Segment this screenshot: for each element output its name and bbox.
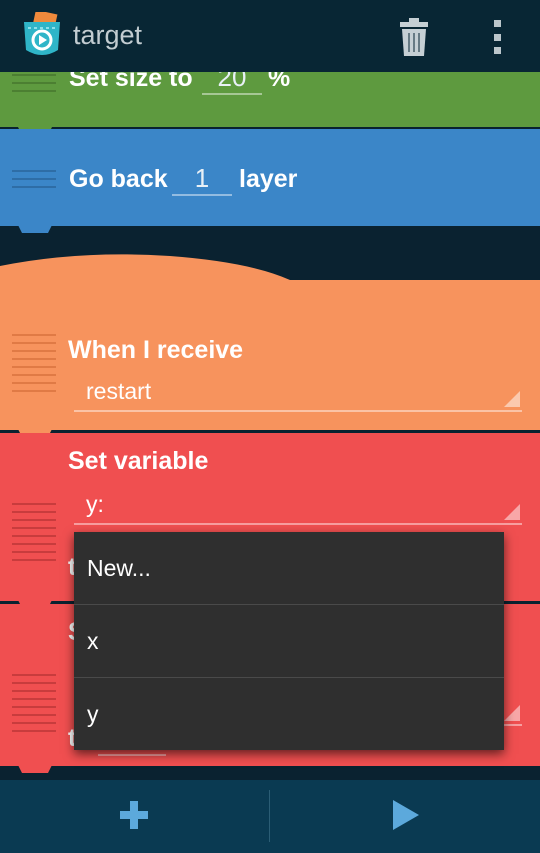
play-button[interactable] — [270, 780, 540, 853]
plus-icon — [120, 801, 148, 829]
dropdown-item-x[interactable]: x — [74, 605, 504, 678]
drag-handle[interactable] — [12, 74, 56, 98]
add-brick-button[interactable] — [0, 780, 269, 853]
brick-label: Go back — [69, 165, 168, 193]
size-value-field[interactable]: 20 — [202, 72, 262, 95]
pocket-code-icon[interactable] — [20, 12, 64, 60]
variable-spinner[interactable]: y: — [74, 491, 522, 525]
action-bar: target — [0, 0, 540, 72]
play-icon — [393, 800, 419, 830]
brick-connector — [18, 225, 52, 233]
overflow-menu-icon[interactable] — [490, 20, 504, 54]
brick-connector — [18, 765, 52, 773]
drag-handle[interactable] — [12, 674, 56, 738]
spinner-arrow-icon — [504, 391, 520, 407]
drag-handle[interactable] — [12, 503, 56, 567]
drag-handle[interactable] — [12, 334, 56, 398]
message-spinner[interactable]: restart — [74, 378, 522, 412]
brick-label: Set variable — [68, 447, 209, 475]
when-receive-brick[interactable]: When I receive restart — [0, 282, 540, 430]
page-title: target — [73, 20, 143, 50]
dropdown-item-y[interactable]: y — [74, 678, 504, 751]
brick-label: When I receive — [68, 336, 244, 364]
layers-value-field[interactable]: 1 — [172, 163, 232, 196]
bottom-bar — [0, 780, 540, 853]
brick-label: Set size to — [69, 72, 193, 92]
brick-unit: % — [268, 72, 291, 92]
spinner-arrow-icon — [504, 705, 520, 721]
variable-dropdown: New... x y — [74, 532, 504, 750]
drag-handle[interactable] — [12, 170, 56, 194]
message-value: restart — [86, 378, 152, 404]
spinner-arrow-icon — [504, 504, 520, 520]
go-back-brick[interactable]: Go back 1 layer — [0, 129, 540, 226]
trash-icon[interactable] — [398, 18, 430, 56]
variable-value: y: — [86, 491, 104, 517]
brick-unit: layer — [239, 165, 298, 193]
set-size-brick[interactable]: Set size to 20 % — [0, 72, 540, 127]
dropdown-item-new[interactable]: New... — [74, 532, 504, 605]
